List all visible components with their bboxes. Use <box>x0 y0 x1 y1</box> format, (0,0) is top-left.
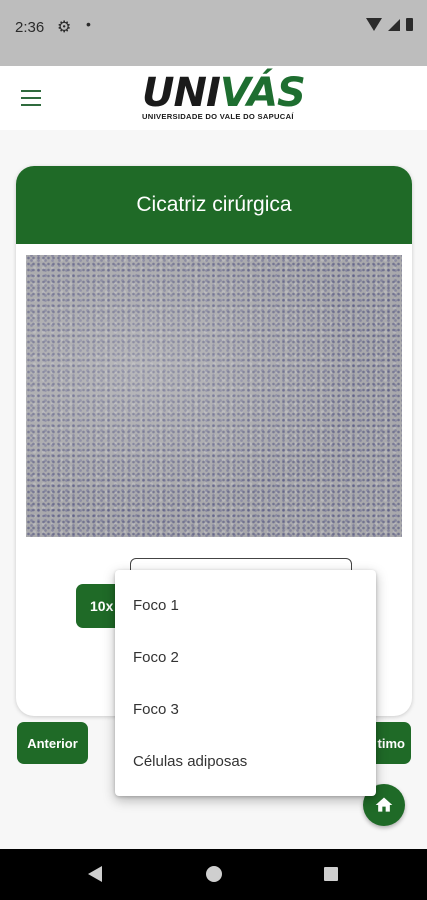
hamburger-icon[interactable] <box>21 90 41 106</box>
back-icon[interactable] <box>88 866 102 882</box>
system-nav-bar <box>0 849 427 900</box>
card-title: Cicatriz cirúrgica <box>16 166 412 244</box>
dot-icon: • <box>86 16 91 32</box>
microscopy-image <box>26 255 402 537</box>
univas-logo: UNIVÁS UNIVERSIDADE DO VALE DO SAPUCAÍ <box>142 72 347 128</box>
battery-icon <box>406 18 413 31</box>
home-icon <box>375 797 393 812</box>
dropdown-option[interactable]: Foco 2 <box>115 631 376 683</box>
settings-icon: ⚙ <box>57 19 72 36</box>
logo-vas: VÁS <box>219 70 306 116</box>
signal-icon <box>388 18 400 31</box>
home-circle-icon[interactable] <box>206 866 222 882</box>
logo-uni: UNI <box>142 70 221 116</box>
wifi-icon <box>366 18 382 31</box>
dropdown-option[interactable]: Células adiposas <box>115 735 376 787</box>
recents-icon[interactable] <box>324 867 338 881</box>
app-header: UNIVÁS UNIVERSIDADE DO VALE DO SAPUCAÍ <box>0 66 427 130</box>
dropdown-option[interactable]: Foco 3 <box>115 683 376 735</box>
logo-subtitle: UNIVERSIDADE DO VALE DO SAPUCAÍ <box>142 112 294 121</box>
status-time: 2:36 <box>15 19 45 36</box>
status-bar: 2:36 ⚙ • <box>0 0 427 66</box>
dropdown-option[interactable]: Foco 1 <box>115 579 376 631</box>
previous-button[interactable]: Anterior <box>17 722 88 764</box>
focus-dropdown-menu: Foco 1 Foco 2 Foco 3 Células adiposas <box>115 570 376 796</box>
status-icons <box>366 18 413 31</box>
